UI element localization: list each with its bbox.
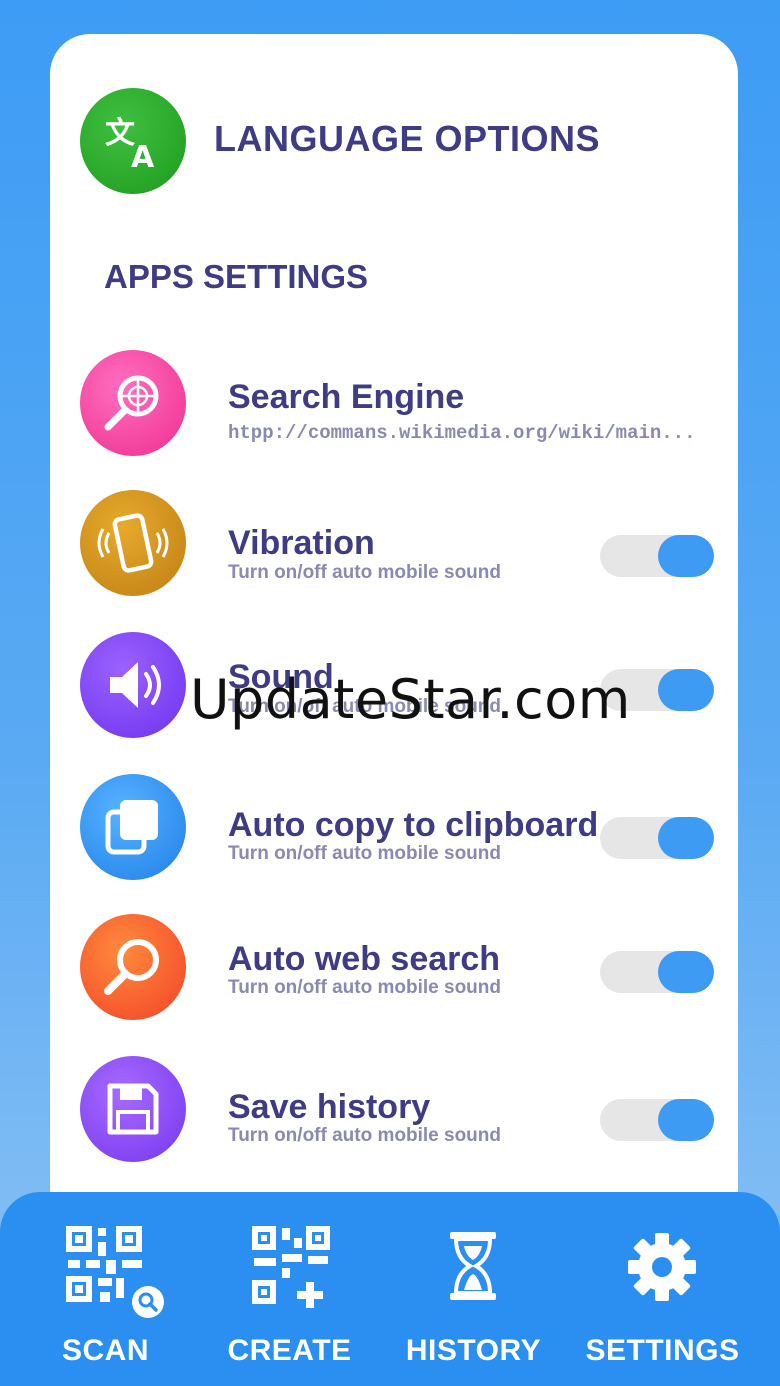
search-engine-title[interactable]: Search Engine xyxy=(228,378,464,417)
magnifier-icon xyxy=(104,939,159,995)
qr-scan-icon xyxy=(66,1226,164,1318)
search-engine-icon-circle[interactable] xyxy=(80,350,186,456)
globe-search-icon xyxy=(104,375,159,431)
toggle-knob xyxy=(658,817,714,859)
nav-history[interactable]: HISTORY xyxy=(376,1192,571,1386)
svg-text:A: A xyxy=(131,140,155,173)
toggle-knob xyxy=(658,951,714,993)
vibration-toggle[interactable] xyxy=(600,535,714,577)
web-search-icon-circle xyxy=(80,914,186,1020)
vibration-icon-circle xyxy=(80,490,186,596)
floppy-disk-icon xyxy=(107,1083,159,1135)
auto-web-search-title: Auto web search xyxy=(228,940,501,978)
save-history-icon-circle xyxy=(80,1056,186,1162)
vibration-title: Vibration xyxy=(228,524,375,562)
auto-copy-title: Auto copy to clipboard xyxy=(228,806,599,844)
qr-create-icon xyxy=(252,1226,330,1308)
copy-icon xyxy=(105,800,158,855)
toggle-knob xyxy=(658,1099,714,1141)
nav-create-label: CREATE xyxy=(227,1334,352,1367)
nav-settings[interactable]: SETTINGS xyxy=(565,1192,760,1386)
search-engine-url: htpp://commans.wikimedia.org/wiki/main..… xyxy=(228,422,696,444)
sound-icon-circle xyxy=(80,632,186,738)
nav-scan[interactable]: SCAN xyxy=(8,1192,203,1386)
nav-scan-label: SCAN xyxy=(61,1334,149,1367)
save-history-title: Save history xyxy=(228,1088,431,1126)
save-history-subtitle: Turn on/off auto mobile sound xyxy=(228,1125,501,1146)
copy-icon-circle xyxy=(80,774,186,880)
nav-create[interactable]: CREATE xyxy=(192,1192,387,1386)
speaker-icon xyxy=(110,662,161,708)
nav-settings-label: SETTINGS xyxy=(585,1334,740,1367)
toggle-knob xyxy=(658,535,714,577)
toggle-knob xyxy=(658,669,714,711)
nav-history-label: HISTORY xyxy=(405,1334,542,1367)
watermark-text: UpdateStar.com xyxy=(190,668,631,731)
save-history-toggle[interactable] xyxy=(600,1099,714,1141)
apps-settings-heading: APPS SETTINGS xyxy=(104,258,369,295)
vibration-phone-icon xyxy=(97,513,169,573)
translate-icon: 文 A xyxy=(105,116,155,173)
hourglass-icon xyxy=(450,1232,496,1300)
auto-web-search-subtitle: Turn on/off auto mobile sound xyxy=(228,977,501,998)
auto-copy-toggle[interactable] xyxy=(600,817,714,859)
bottom-navigation: SCAN CREATE HISTORY SETTINGS xyxy=(0,1192,780,1386)
language-options-label[interactable]: LANGUAGE OPTIONS xyxy=(214,118,600,160)
vibration-subtitle: Turn on/off auto mobile sound xyxy=(228,562,501,583)
auto-copy-subtitle: Turn on/off auto mobile sound xyxy=(228,843,501,864)
gear-icon xyxy=(628,1233,696,1301)
language-option[interactable]: 文 A xyxy=(80,88,186,194)
auto-web-search-toggle[interactable] xyxy=(600,951,714,993)
